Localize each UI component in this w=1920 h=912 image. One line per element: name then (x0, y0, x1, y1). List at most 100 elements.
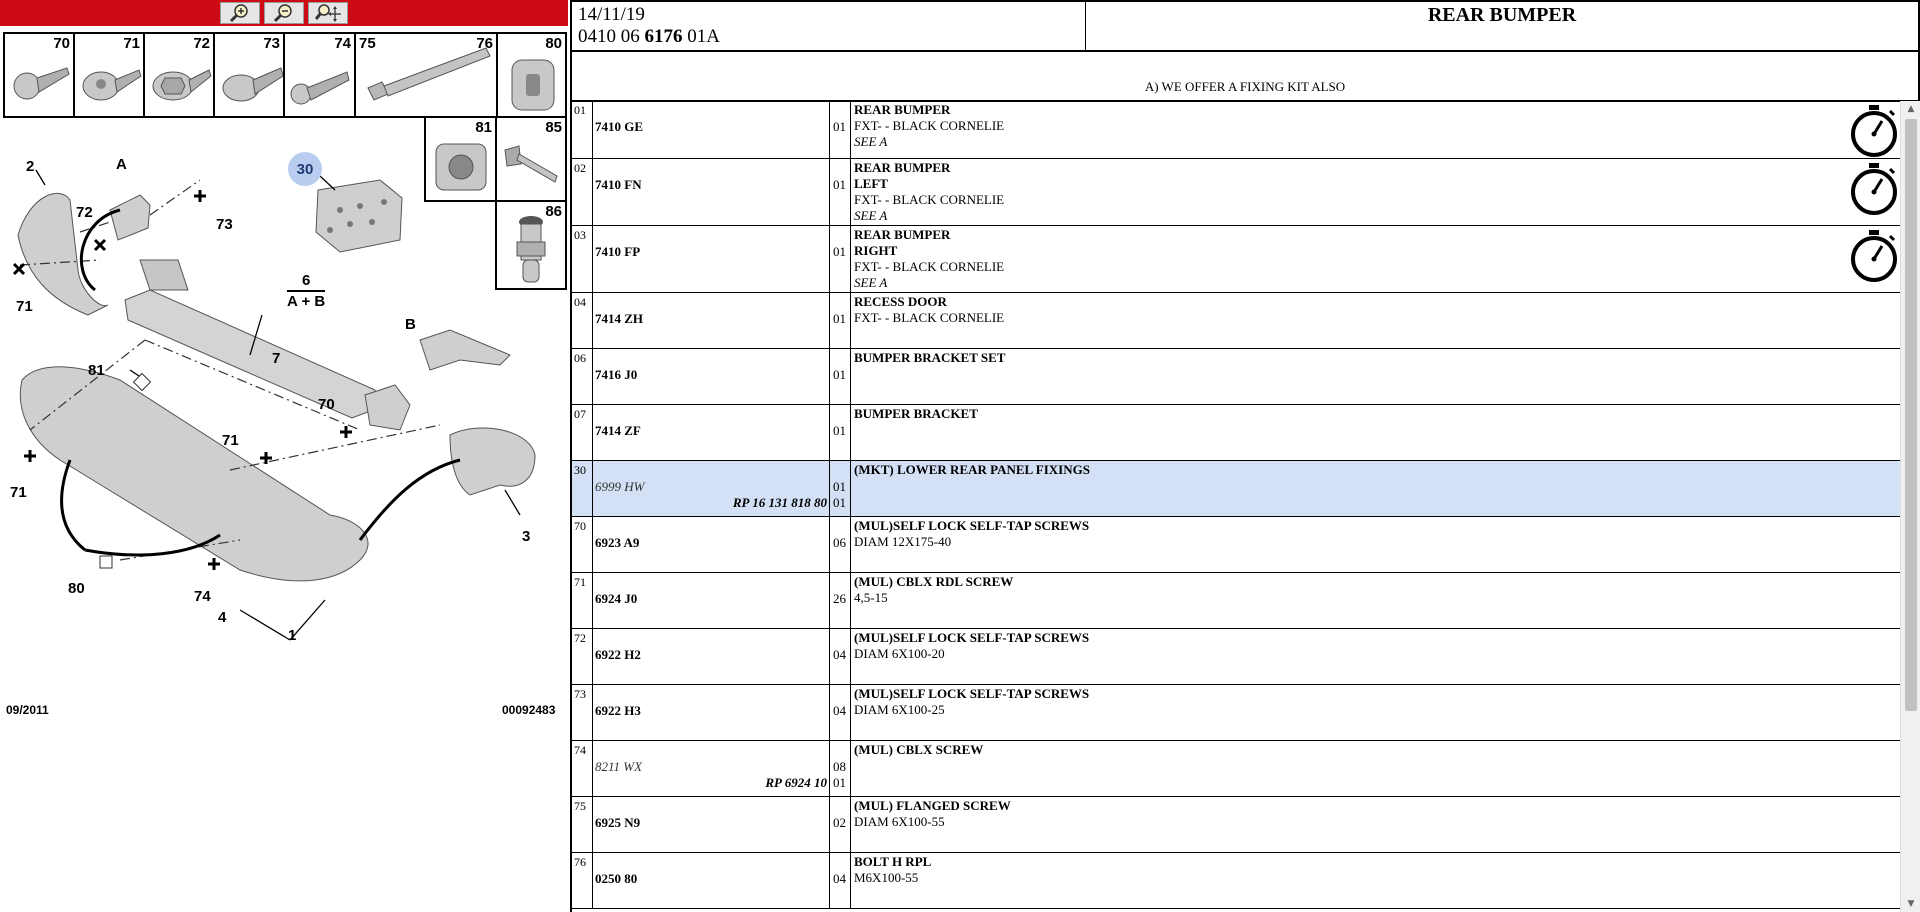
part-title: REAR BUMPER (854, 102, 951, 117)
quantity-secondary: 01 (833, 495, 846, 510)
row-reference-cell: 6922 H3 (593, 685, 830, 740)
replacement-reference[interactable]: RP 6924 10 (765, 775, 827, 791)
thumbnail-71[interactable]: 71 (73, 32, 145, 118)
table-row[interactable]: 72 6922 H2 04 (MUL)SELF LOCK SELF-TAP SCREW… (572, 629, 1900, 685)
quantity: 08 (833, 759, 846, 774)
row-quantity-cell: 01 (830, 101, 851, 158)
thumbnail-70[interactable]: 70 (3, 32, 75, 118)
row-quantity-cell: 01 (830, 159, 851, 225)
thumbnail-80[interactable]: 80 (496, 32, 567, 118)
callout-30[interactable]: 30 (288, 152, 322, 186)
diagram-label: 74 (194, 588, 211, 605)
part-detail: DIAM 6X100-25 (854, 702, 945, 717)
part-reference[interactable]: 7416 J0 (595, 367, 637, 383)
diagram-label: 71 (222, 432, 239, 449)
row-index: 06 (572, 349, 593, 404)
part-reference[interactable]: 0250 80 (595, 871, 637, 887)
thumbnail-73[interactable]: 73 (213, 32, 285, 118)
header-date: 14/11/19 (578, 4, 645, 25)
part-reference[interactable]: 7410 FN (595, 177, 642, 193)
part-detail: DIAM 6X100-55 (854, 814, 945, 829)
scrollbar-thumb[interactable] (1905, 119, 1917, 711)
zoom-out-icon (273, 4, 292, 23)
ref-suffix: 01A (687, 26, 720, 47)
part-reference[interactable]: 6922 H2 (595, 647, 641, 663)
table-row[interactable]: 30 6999 HW RP 16 131 818 80 01 01 (MKT) LOWER… (572, 461, 1900, 517)
table-row[interactable]: 04 7414 ZH 01 RECESS DOOR FXT- - BLACK CORNE… (572, 293, 1900, 349)
thumbnail-75-76[interactable]: 75 76 (354, 32, 498, 118)
part-title: (MUL) CBLX RDL SCREW (854, 574, 1014, 589)
diagram-label: 73 (216, 216, 233, 233)
diagram-label: 7 (272, 350, 281, 367)
part-side: LEFT (854, 176, 888, 191)
part-reference[interactable]: 6922 H3 (595, 703, 641, 719)
part-title: (MKT) LOWER REAR PANEL FIXINGS (854, 462, 1090, 477)
part-detail: FXT- - BLACK CORNELIE (854, 192, 1005, 207)
row-quantity-cell: 01 (830, 293, 851, 348)
thumbnail-72[interactable]: 72 (143, 32, 215, 118)
see-note: SEE A (854, 275, 888, 290)
row-quantity-cell: 01 (830, 226, 851, 292)
table-row[interactable]: 74 8211 WX RP 6924 10 08 01 (MUL) CBLX SCREW (572, 741, 1900, 797)
row-quantity-cell: 01 01 (830, 461, 851, 516)
table-row[interactable]: 02 7410 FN 01 REAR BUMPER LEFT FXT- - BLACK C… (572, 159, 1900, 226)
table-row[interactable]: 70 6923 A9 06 (MUL)SELF LOCK SELF-TAP SCREW… (572, 517, 1900, 573)
part-reference[interactable]: 6923 A9 (595, 535, 639, 551)
parts-table: 01 7410 GE 01 REAR BUMPER FXT- - BLACK CORNE… (570, 101, 1900, 912)
part-title: BOLT H RPL (854, 854, 932, 869)
part-detail: FXT- - BLACK CORNELIE (854, 118, 1005, 133)
fixing-kit-note: A) WE OFFER A FIXING KIT ALSO (570, 50, 1920, 102)
header-info: 14/11/19 0410 06 6176 01A (572, 2, 1086, 50)
part-reference[interactable]: 7410 FP (595, 244, 640, 260)
zoom-in-icon (229, 4, 248, 23)
quantity: 04 (833, 647, 846, 662)
clip-nut-icon (511, 59, 555, 111)
diagram-label: 70 (318, 396, 335, 413)
row-index: 73 (572, 685, 593, 740)
stopwatch-icon[interactable] (1848, 161, 1900, 217)
row-quantity-cell: 08 01 (830, 741, 851, 796)
thumbnail-74[interactable]: 74 (283, 32, 356, 118)
table-row[interactable]: 71 6924 J0 26 (MUL) CBLX RDL SCREW 4,5-15 (572, 573, 1900, 629)
table-row[interactable]: 76 0250 80 04 BOLT H RPL M6X100-55 (572, 853, 1900, 909)
part-reference[interactable]: 7414 ZF (595, 423, 641, 439)
table-row[interactable]: 75 6925 N9 02 (MUL) FLANGED SCREW DIAM 6X100… (572, 797, 1900, 853)
quantity: 02 (833, 815, 846, 830)
stopwatch-icon[interactable] (1848, 103, 1900, 159)
part-reference[interactable]: 6925 N9 (595, 815, 640, 831)
quantity: 01 (833, 423, 846, 438)
part-title: REAR BUMPER (854, 227, 951, 242)
table-row[interactable]: 03 7410 FP 01 REAR BUMPER RIGHT FXT- - BLACK … (572, 226, 1900, 293)
row-quantity-cell: 01 (830, 349, 851, 404)
part-reference[interactable]: 8211 WX (595, 759, 642, 775)
table-row[interactable]: 01 7410 GE 01 REAR BUMPER FXT- - BLACK CORNE… (572, 101, 1900, 159)
screw-icon (152, 69, 212, 101)
scroll-down-icon[interactable]: ▼ (1901, 896, 1920, 912)
scroll-up-icon[interactable]: ▲ (1901, 101, 1920, 117)
scrollbar[interactable]: ▲ ▼ (1900, 101, 1920, 912)
part-reference[interactable]: 6924 J0 (595, 591, 637, 607)
diagram-label: A (116, 156, 127, 173)
part-reference[interactable]: 6999 HW (595, 479, 644, 495)
row-reference-cell: 7410 FP (593, 226, 830, 292)
table-row[interactable]: 07 7414 ZF 01 BUMPER BRACKET (572, 405, 1900, 461)
parts-list-pane: 14/11/19 0410 06 6176 01A REAR BUMPER A)… (570, 0, 1920, 912)
part-title: RECESS DOOR (854, 294, 947, 309)
part-reference[interactable]: 7414 ZH (595, 311, 643, 327)
part-reference[interactable]: 7410 GE (595, 119, 643, 135)
replacement-reference[interactable]: RP 16 131 818 80 (733, 495, 827, 511)
table-row[interactable]: 06 7416 J0 01 BUMPER BRACKET SET (572, 349, 1900, 405)
table-row[interactable]: 73 6922 H3 04 (MUL)SELF LOCK SELF-TAP SCREW… (572, 685, 1900, 741)
zoom-in-button[interactable] (220, 2, 260, 24)
row-index: 03 (572, 226, 593, 292)
row-reference-cell: 6922 H2 (593, 629, 830, 684)
row-description: RECESS DOOR FXT- - BLACK CORNELIE (852, 293, 1900, 348)
zoom-move-button[interactable] (308, 2, 348, 24)
part-side: RIGHT (854, 243, 898, 258)
stopwatch-icon[interactable] (1848, 228, 1900, 284)
zoom-out-button[interactable] (264, 2, 304, 24)
row-index: 04 (572, 293, 593, 348)
quantity: 01 (833, 479, 846, 494)
quantity-secondary: 01 (833, 775, 846, 790)
part-title: BUMPER BRACKET SET (854, 350, 1006, 365)
